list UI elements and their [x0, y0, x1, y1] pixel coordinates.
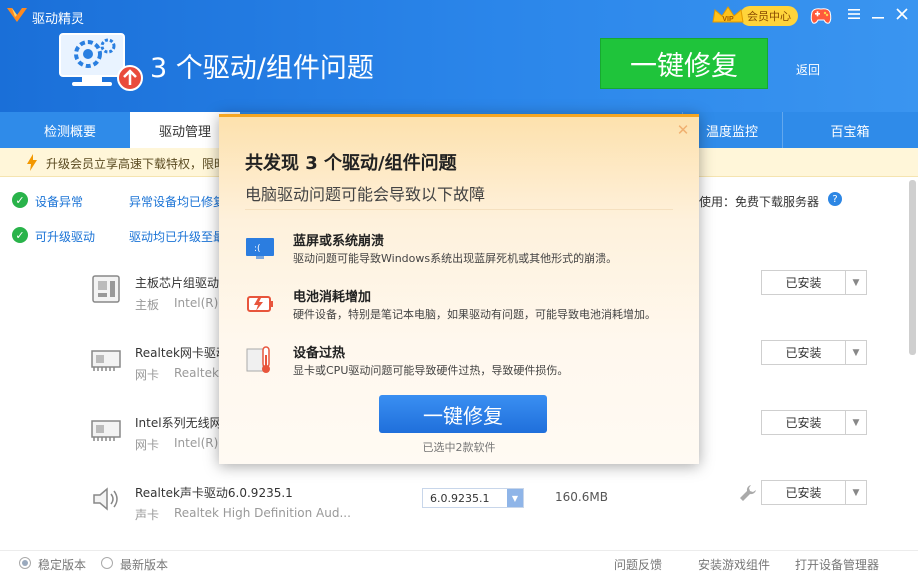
latest-version-radio[interactable] [101, 557, 113, 569]
issue-description: 显卡或CPU驱动问题可能导致硬件过热，导致硬件损伤。 [293, 364, 569, 377]
open-device-manager-link[interactable]: 打开设备管理器 [795, 556, 879, 573]
driver-size: 160.6MB [555, 490, 608, 504]
chevron-down-icon[interactable]: ▼ [846, 411, 866, 434]
dialog-title: 共发现 3 个驱动/组件问题 [245, 153, 457, 174]
speaker-icon [93, 487, 118, 511]
issue-title: 设备过热 [293, 346, 346, 361]
driver-vendor: Intel(R) [174, 296, 219, 310]
vip-center-button[interactable]: 会员中心 VIP [710, 4, 798, 28]
chevron-down-icon: ▼ [507, 489, 523, 507]
back-link[interactable]: 返回 [796, 61, 820, 78]
issue-description: 驱动问题可能导致Windows系统出现蓝屏死机或其他形式的崩溃。 [293, 252, 618, 265]
tab-toolbox[interactable]: 百宝箱 [782, 112, 918, 148]
feedback-link[interactable]: 问题反馈 [614, 556, 662, 573]
divider [245, 209, 673, 210]
app-logo-icon [7, 8, 27, 22]
selected-count-text: 已选中2款软件 [422, 441, 496, 454]
motherboard-icon [92, 275, 120, 303]
app-title: 驱动精灵 [32, 12, 85, 27]
installed-button[interactable]: 已安装 ▼ [761, 480, 867, 505]
installed-label: 已安装 [762, 481, 846, 504]
scrollbar[interactable] [909, 180, 916, 355]
battery-warning-icon [247, 296, 273, 312]
issues-dialog: ✕ 共发现 3 个驱动/组件问题 电脑驱动问题可能会导致以下故障 :( 蓝屏或系… [219, 114, 699, 464]
version-select[interactable]: 6.0.9235.1 ▼ [422, 488, 524, 508]
vip-center-label: 会员中心 [740, 6, 798, 26]
footer-bar: 稳定版本 最新版本 问题反馈 安装游戏组件 打开设备管理器 [0, 550, 918, 575]
download-server-text[interactable]: 使用：免费下载服务器 [699, 193, 819, 210]
hero-title: 3 个驱动/组件问题 [150, 53, 374, 84]
vip-crown-icon: VIP [712, 6, 744, 23]
device-status-link[interactable]: 异常设备均已修复 [129, 193, 225, 210]
network-card-icon [91, 350, 121, 371]
driver-type: 声卡 [135, 508, 160, 522]
dialog-subtitle: 电脑驱动问题可能会导致以下故障 [245, 185, 486, 204]
game-center-icon[interactable] [808, 4, 834, 26]
install-game-components-link[interactable]: 安装游戏组件 [698, 556, 770, 573]
minimize-icon[interactable] [870, 6, 886, 22]
installed-label: 已安装 [762, 271, 846, 294]
chevron-down-icon[interactable]: ▼ [846, 341, 866, 364]
driver-gear-monitor-icon [59, 33, 143, 91]
version-value: 6.0.9235.1 [430, 492, 490, 505]
driver-vendor: Realtek [174, 366, 219, 380]
driver-vendor: Intel(R) [174, 436, 219, 450]
device-status-label: 设备异常 [35, 195, 84, 209]
upgrade-status-link[interactable]: 驱动均已升级至最 [129, 228, 225, 245]
close-icon[interactable] [894, 6, 910, 22]
issue-title: 电池消耗增加 [293, 290, 372, 305]
driver-name: Realtek声卡驱动6.0.9235.1 [135, 486, 293, 500]
help-icon[interactable]: ? [828, 192, 842, 206]
driver-name: Intel系列无线网 [135, 416, 222, 430]
driver-name: 主板芯片组驱动 [135, 276, 220, 290]
upgrade-status-label: 可升级驱动 [35, 230, 96, 244]
stable-version-radio[interactable] [19, 557, 31, 569]
driver-type: 网卡 [135, 368, 160, 382]
blue-screen-face: :( [254, 244, 261, 254]
driver-type: 网卡 [135, 438, 160, 452]
driver-name: Realtek网卡驱动 [135, 346, 228, 360]
check-icon: ✓ [12, 227, 28, 243]
installed-button[interactable]: 已安装 ▼ [761, 410, 867, 435]
driver-type: 主板 [135, 298, 160, 312]
dialog-fix-button[interactable]: 一键修复 [379, 395, 547, 433]
latest-version-label: 最新版本 [120, 558, 169, 572]
tab-overview[interactable]: 检测概要 [0, 112, 140, 148]
installed-label: 已安装 [762, 341, 846, 364]
app-header: 驱动精灵 3 个驱动/组件问题 一键修复 返回 会员中心 VIP [0, 0, 918, 112]
chevron-down-icon[interactable]: ▼ [846, 271, 866, 294]
installed-label: 已安装 [762, 411, 846, 434]
wireless-card-icon [91, 420, 121, 441]
driver-vendor: Realtek High Definition Aud... [174, 506, 351, 520]
notice-text: 升级会员立享高速下载特权，限时 [46, 157, 227, 171]
issue-title: 蓝屏或系统崩溃 [293, 234, 385, 249]
wrench-icon[interactable] [737, 482, 759, 504]
one-click-fix-button[interactable]: 一键修复 [600, 38, 768, 89]
stable-version-label: 稳定版本 [38, 558, 87, 572]
menu-icon[interactable] [846, 6, 862, 22]
overheat-icon [246, 346, 270, 373]
lightning-icon [27, 154, 37, 171]
issue-description: 硬件设备，特别是笔记本电脑，如果驱动有问题，可能导致电池消耗增加。 [293, 308, 656, 321]
chevron-down-icon[interactable]: ▼ [846, 481, 866, 504]
installed-button[interactable]: 已安装 ▼ [761, 340, 867, 365]
installed-button[interactable]: 已安装 ▼ [761, 270, 867, 295]
vip-badge-text: VIP [722, 16, 734, 23]
blue-screen-icon: :( [246, 238, 274, 259]
check-icon: ✓ [12, 192, 28, 208]
close-icon[interactable]: ✕ [675, 121, 691, 139]
